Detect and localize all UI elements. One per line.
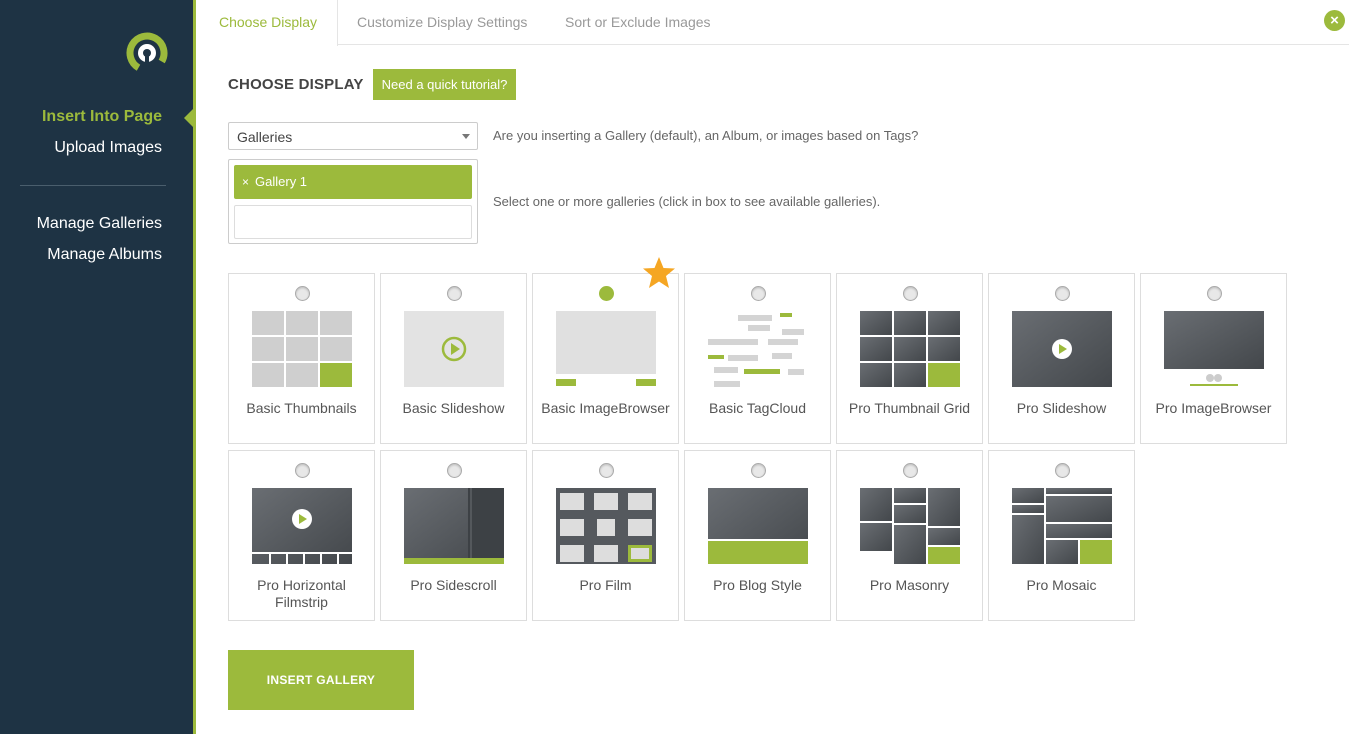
- display-card-label: Pro Thumbnail Grid: [848, 400, 971, 416]
- display-card-label: Pro Mosaic: [1026, 577, 1097, 593]
- display-card-label: Pro Film: [579, 577, 632, 593]
- display-radio[interactable]: [903, 463, 918, 478]
- display-card-label: Pro Horizontal Filmstrip: [257, 577, 346, 610]
- page-title: CHOOSE DISPLAY: [228, 76, 364, 93]
- display-radio[interactable]: [751, 463, 766, 478]
- display-card-pro-masonry[interactable]: Pro Masonry: [836, 450, 983, 621]
- basic-imagebrowser-icon: [556, 311, 656, 386]
- close-icon[interactable]: ×: [1324, 10, 1345, 31]
- gallery-search-input[interactable]: [234, 205, 472, 239]
- tutorial-button[interactable]: Need a quick tutorial?: [373, 69, 516, 100]
- display-radio[interactable]: [1055, 463, 1070, 478]
- pro-thumbnail-grid-icon: [860, 311, 960, 387]
- remove-tag-icon[interactable]: ×: [242, 175, 249, 189]
- display-card-label: Basic ImageBrowser: [541, 400, 670, 416]
- tab-sort-or-exclude-images[interactable]: Sort or Exclude Images: [565, 0, 711, 45]
- source-type-select[interactable]: Galleries: [228, 122, 478, 150]
- pro-blog-style-icon: [708, 488, 808, 564]
- tab-choose-display[interactable]: Choose Display: [199, 0, 339, 46]
- display-card-basic-imagebrowser[interactable]: Basic ImageBrowser: [532, 273, 679, 444]
- display-card-basic-thumbnails[interactable]: Basic Thumbnails: [228, 273, 375, 444]
- source-type-help: Are you inserting a Gallery (default), a…: [493, 128, 919, 143]
- display-card-pro-mosaic[interactable]: Pro Mosaic: [988, 450, 1135, 621]
- display-card-label: Pro ImageBrowser: [1155, 400, 1272, 416]
- display-card-label: Basic TagCloud: [708, 400, 807, 416]
- display-radio[interactable]: [1055, 286, 1070, 301]
- display-radio[interactable]: [1207, 286, 1222, 301]
- tab-bar: Choose Display Customize Display Setting…: [199, 0, 1349, 46]
- pro-slideshow-icon: [1012, 311, 1112, 387]
- display-card-pro-slideshow[interactable]: Pro Slideshow: [988, 273, 1135, 444]
- display-card-pro-blog-style[interactable]: Pro Blog Style: [684, 450, 831, 621]
- display-card-pro-sidescroll[interactable]: Pro Sidescroll: [380, 450, 527, 621]
- display-card-label: Pro Sidescroll: [410, 577, 497, 593]
- display-card-pro-imagebrowser[interactable]: Pro ImageBrowser: [1140, 273, 1287, 444]
- display-radio[interactable]: [599, 463, 614, 478]
- basic-tagcloud-icon: [708, 313, 804, 387]
- sidebar-item-manage-galleries[interactable]: Manage Galleries: [37, 215, 162, 233]
- display-radio[interactable]: [447, 463, 462, 478]
- logo-icon: [126, 32, 168, 74]
- pro-sidescroll-icon: [404, 488, 504, 564]
- basic-slideshow-icon: [404, 311, 504, 387]
- source-type-value: Galleries: [237, 129, 293, 145]
- basic-thumbnails-icon: [252, 311, 352, 387]
- pro-horizontal-filmstrip-icon: [252, 488, 352, 564]
- display-card-label: Pro Slideshow: [1016, 400, 1107, 416]
- display-radio[interactable]: [295, 286, 310, 301]
- display-card-pro-horizontal-filmstrip[interactable]: Pro Horizontal Filmstrip: [228, 450, 375, 621]
- display-card-basic-tagcloud[interactable]: Basic TagCloud: [684, 273, 831, 444]
- display-radio[interactable]: [599, 286, 614, 301]
- display-radio[interactable]: [295, 463, 310, 478]
- sidebar-item-manage-albums[interactable]: Manage Albums: [47, 246, 162, 264]
- selected-gallery-label: Gallery 1: [255, 174, 308, 189]
- pro-imagebrowser-icon: [1164, 311, 1264, 386]
- display-card-label: Basic Thumbnails: [246, 400, 357, 416]
- sidebar-item-upload-images[interactable]: Upload Images: [54, 139, 162, 157]
- sidebar-divider: [20, 185, 166, 186]
- chevron-down-icon: [462, 134, 470, 139]
- pro-masonry-icon: [860, 488, 960, 564]
- display-radio[interactable]: [751, 286, 766, 301]
- display-card-pro-film[interactable]: Pro Film: [532, 450, 679, 621]
- display-card-basic-slideshow[interactable]: Basic Slideshow: [380, 273, 527, 444]
- display-card-label: Pro Blog Style: [713, 577, 802, 593]
- selected-gallery-tag: × Gallery 1: [234, 165, 472, 199]
- star-icon: [643, 257, 675, 288]
- active-nav-indicator: [184, 108, 194, 128]
- pro-mosaic-icon: [1012, 488, 1112, 564]
- display-card-pro-thumbnail-grid[interactable]: Pro Thumbnail Grid: [836, 273, 983, 444]
- gallery-picker[interactable]: × Gallery 1: [228, 159, 478, 244]
- display-radio[interactable]: [903, 286, 918, 301]
- sidebar: Insert Into Page Upload Images Manage Ga…: [0, 0, 196, 734]
- tab-customize-display-settings[interactable]: Customize Display Settings: [357, 0, 527, 45]
- gallery-picker-help: Select one or more galleries (click in b…: [493, 194, 881, 209]
- sidebar-item-insert-into-page[interactable]: Insert Into Page: [42, 108, 162, 126]
- insert-gallery-button[interactable]: INSERT GALLERY: [228, 650, 414, 710]
- display-card-label: Basic Slideshow: [402, 400, 505, 416]
- display-card-label: Pro Masonry: [869, 577, 950, 593]
- display-radio[interactable]: [447, 286, 462, 301]
- pro-film-icon: [556, 488, 656, 564]
